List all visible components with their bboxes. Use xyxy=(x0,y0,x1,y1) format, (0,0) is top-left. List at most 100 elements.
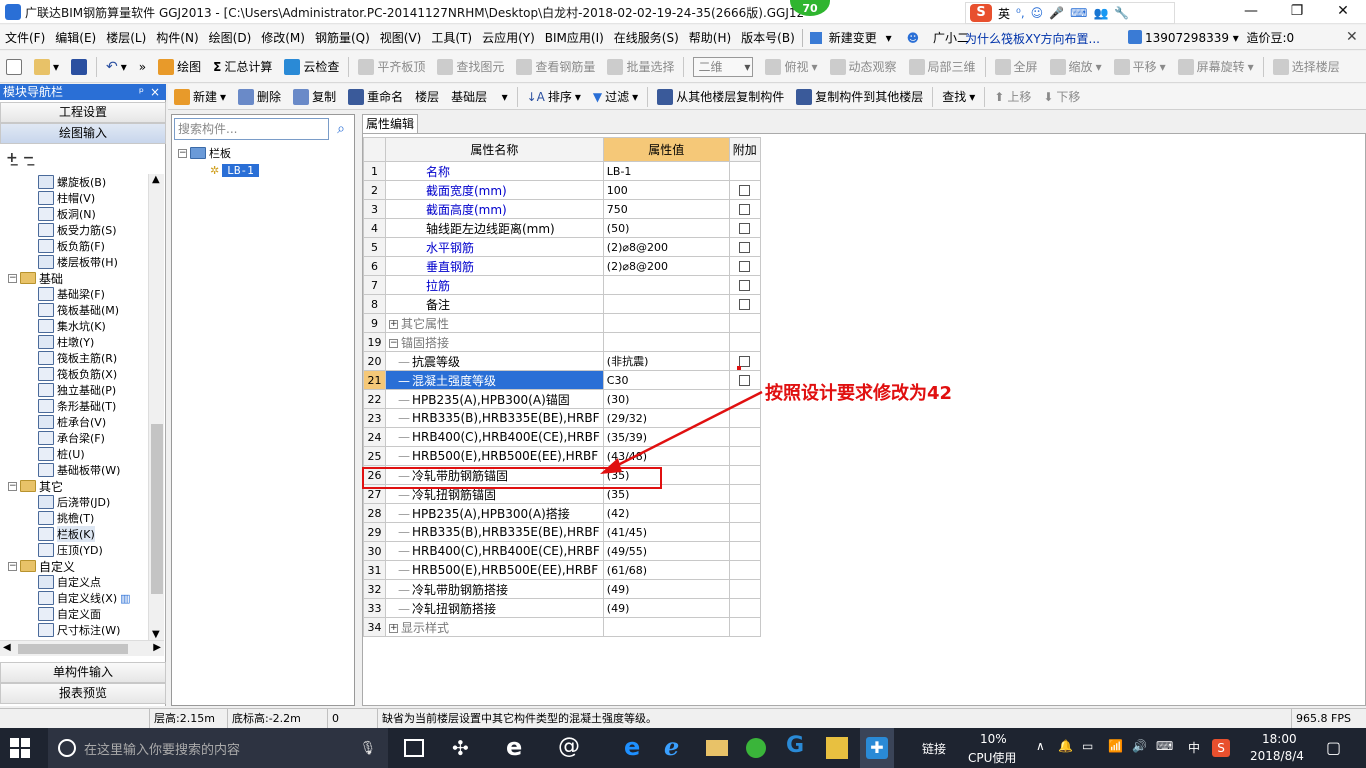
property-name[interactable]: — HRB500(E),HRB500E(EE),HRBF xyxy=(385,560,604,580)
property-name[interactable]: — 抗震等级 xyxy=(385,351,604,371)
property-name[interactable]: — 冷轧扭钢筋搭接 xyxy=(385,598,604,618)
search-icon[interactable]: ⌕ xyxy=(330,118,352,140)
ime-language[interactable]: 英 xyxy=(998,5,1010,22)
nav-vertical-scrollbar[interactable]: ▲ ▼ xyxy=(148,174,164,640)
expand-collapse-icon[interactable]: +̲ −̲ xyxy=(6,150,34,166)
property-value[interactable] xyxy=(602,617,730,637)
top-view-button[interactable]: 俯视 ▾ xyxy=(759,55,823,79)
nav-tree-item[interactable]: 集水坑(K) xyxy=(38,318,106,334)
undo-button[interactable]: ↶ ▾ xyxy=(100,55,133,79)
nav-horizontal-scrollbar[interactable]: ◀ ▶ xyxy=(0,640,164,656)
delete-button[interactable]: 删除 xyxy=(232,85,287,109)
nav-tree-item[interactable]: 桩(U) xyxy=(38,446,85,462)
sogou-tray-icon[interactable]: S xyxy=(1212,739,1230,757)
tab-property-edit[interactable]: 属性编辑 xyxy=(362,114,418,134)
menu-draw[interactable]: 绘图(D) xyxy=(204,29,257,46)
property-name[interactable]: 轴线距左边线距离(mm) xyxy=(385,218,604,238)
property-value[interactable] xyxy=(602,332,730,352)
property-value[interactable]: (41/45) xyxy=(602,522,730,542)
report-preview-button[interactable]: 报表预览 xyxy=(0,683,166,704)
property-row[interactable]: 4 轴线距左边线距离(mm) (50) xyxy=(363,218,761,238)
expand-group-icon[interactable]: + xyxy=(389,623,398,633)
property-value[interactable]: (49/55) xyxy=(602,541,730,561)
property-name[interactable]: 拉筋 xyxy=(385,275,604,295)
question-link[interactable]: 为什么筏板XY方向布置... xyxy=(965,30,1100,47)
property-row[interactable]: 7 拉筋 xyxy=(363,275,761,295)
battery-icon[interactable]: ▭ xyxy=(1082,739,1093,753)
wifi-icon[interactable]: 📶 xyxy=(1108,739,1123,753)
emoji-icon[interactable]: ☺ xyxy=(1031,6,1044,20)
input-lang[interactable]: 中 xyxy=(1188,739,1200,756)
microphone-icon[interactable]: 🎙 xyxy=(359,741,376,756)
property-name[interactable]: 截面高度(mm) xyxy=(385,199,604,219)
pin-icon[interactable]: ᵖ xyxy=(139,84,144,100)
property-name[interactable]: − 锚固搭接 xyxy=(385,332,604,352)
360-icon[interactable] xyxy=(746,738,766,758)
nav-tree-item[interactable]: 柱帽(V) xyxy=(38,190,95,206)
property-row[interactable]: 6 垂直钢筋 (2)⌀8@200 xyxy=(363,256,761,276)
property-name[interactable]: — HRB400(C),HRB400E(CE),HRBF xyxy=(385,541,604,561)
menu-file[interactable]: 文件(F) xyxy=(0,29,50,46)
clock-time[interactable]: 18:00 xyxy=(1262,732,1297,746)
menu-help[interactable]: 帮助(H) xyxy=(684,29,736,46)
fan-app-icon[interactable]: ✣ xyxy=(452,736,478,760)
property-value[interactable]: (61/68) xyxy=(602,560,730,580)
nav-tree-item[interactable]: 板受力筋(S) xyxy=(38,222,117,238)
property-value[interactable] xyxy=(602,313,730,333)
extra-checkbox[interactable] xyxy=(739,242,751,253)
ime-toolbar[interactable]: S 英 ⁰, ☺ 🎤 ⌨ 👥 🔧 xyxy=(965,2,1175,24)
property-value[interactable] xyxy=(602,275,730,295)
expand-group-icon[interactable]: − xyxy=(389,338,398,348)
nav-tree-item[interactable]: 筏板基础(M) xyxy=(38,302,119,318)
maximize-button[interactable]: ❐ xyxy=(1274,0,1320,24)
nav-tree-group[interactable]: − 自定义 xyxy=(8,558,75,574)
property-value[interactable]: LB-1 xyxy=(602,161,730,181)
nav-tree-item[interactable]: 筏板主筋(R) xyxy=(38,350,117,366)
property-value[interactable]: (2)⌀8@200 xyxy=(602,256,730,276)
property-value[interactable]: (非抗震) xyxy=(602,351,730,371)
collapse-icon[interactable]: − xyxy=(8,561,17,571)
tray-chevron-icon[interactable]: ∧ xyxy=(1036,739,1045,753)
nav-tree-item[interactable]: 独立基础(P) xyxy=(38,382,116,398)
nav-tree-item[interactable]: 桩承台(V) xyxy=(38,414,106,430)
copy-from-floor-button[interactable]: 从其他楼层复制构件 xyxy=(651,85,790,109)
property-value[interactable]: 750 xyxy=(602,199,730,219)
zoom-button[interactable]: 缩放 ▾ xyxy=(1044,55,1108,79)
property-name[interactable]: + 显示样式 xyxy=(385,617,604,637)
nav-tree-item[interactable]: 挑檐(T) xyxy=(38,510,94,526)
collapse-icon[interactable]: − xyxy=(178,148,187,158)
property-row[interactable]: 32— 冷轧带肋钢筋搭接 (49) xyxy=(363,579,761,599)
mic-icon[interactable]: 🎤 xyxy=(1049,6,1064,20)
property-name[interactable]: — HRB335(B),HRB335E(BE),HRBF xyxy=(385,408,604,428)
nav-tree-item[interactable]: 基础梁(F) xyxy=(38,286,105,302)
property-value[interactable]: (42) xyxy=(602,503,730,523)
extra-checkbox[interactable] xyxy=(739,280,751,291)
scroll-left-icon[interactable]: ◀ xyxy=(3,642,11,653)
new-component-button[interactable]: 新建 ▾ xyxy=(168,85,232,109)
single-input-button[interactable]: 单构件输入 xyxy=(0,662,166,683)
floor-select[interactable]: 基础层 ▾ xyxy=(445,85,513,109)
property-row[interactable]: 28— HPB235(A),HPB300(A)搭接 (42) xyxy=(363,503,761,523)
extra-checkbox[interactable] xyxy=(739,261,751,272)
move-down-button[interactable]: ⬇ 下移 xyxy=(1037,85,1086,109)
batch-select-button[interactable]: 批量选择 xyxy=(601,55,680,79)
nav-close-icon[interactable]: × xyxy=(150,84,160,100)
new-change-menu[interactable]: 新建变更 ▾ xyxy=(805,29,897,46)
property-row[interactable]: 9 + 其它属性 xyxy=(363,313,761,333)
property-row[interactable]: 1 名称 LB-1 xyxy=(363,161,761,181)
property-row[interactable]: 8 备注 xyxy=(363,294,761,314)
draw-input-button[interactable]: 绘图输入 xyxy=(0,123,166,144)
property-value[interactable]: (2)⌀8@200 xyxy=(602,237,730,257)
nav-tree-item[interactable]: 基础板带(W) xyxy=(38,462,120,478)
more-button[interactable]: » xyxy=(133,55,152,79)
component-tree-root[interactable]: − 栏板 xyxy=(178,145,231,161)
keyboard-icon[interactable]: ⌨ xyxy=(1070,6,1087,20)
nav-tree-item[interactable]: 自定义面 xyxy=(38,606,101,622)
property-name[interactable]: — HPB235(A),HPB300(A)锚固 xyxy=(385,389,604,409)
new-file-button[interactable] xyxy=(0,55,28,79)
edge-icon[interactable]: e xyxy=(506,733,532,761)
nav-tree-item[interactable]: 条形基础(T) xyxy=(38,398,116,414)
align-top-button[interactable]: 平齐板顶 xyxy=(352,55,431,79)
nav-tree-item[interactable]: 承台梁(F) xyxy=(38,430,105,446)
wrench-icon[interactable]: 🔧 xyxy=(1114,6,1129,20)
